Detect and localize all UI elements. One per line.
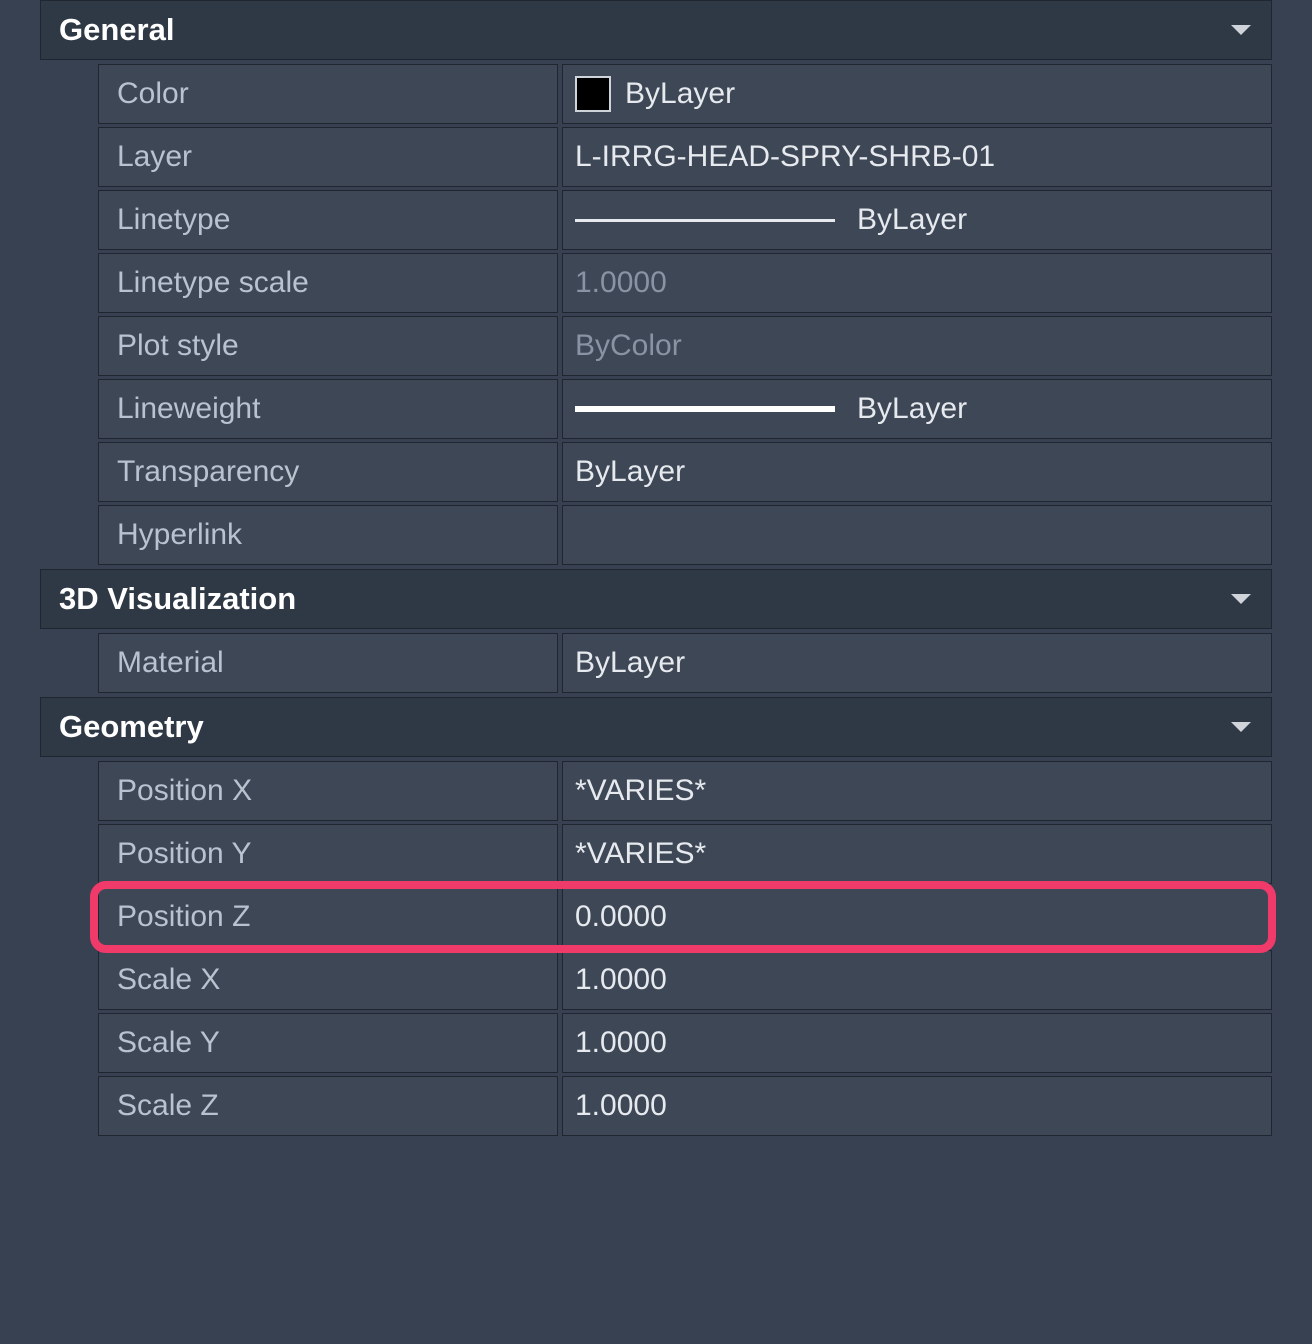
row-position-x: Position X *VARIES* [40,761,1272,821]
label-linetype: Linetype [98,190,558,250]
label-lineweight: Lineweight [98,379,558,439]
section-header-geometry[interactable]: Geometry [40,697,1272,757]
section-header-general[interactable]: General [40,0,1272,60]
value-linetype-scale[interactable]: 1.0000 [562,253,1272,313]
value-text: *VARIES* [575,837,706,871]
label-position-x: Position X [98,761,558,821]
chevron-down-icon [1231,722,1251,732]
value-scale-z[interactable]: 1.0000 [562,1076,1272,1136]
label-material: Material [98,633,558,693]
linetype-preview-icon [575,219,835,222]
color-swatch-icon [575,76,611,112]
value-text: ByLayer [857,203,967,237]
label-position-y: Position Y [98,824,558,884]
value-text: *VARIES* [575,774,706,808]
lineweight-preview-icon [575,406,835,412]
section-title: General [59,12,174,48]
value-text: 1.0000 [575,1089,667,1123]
row-linetype-scale: Linetype scale 1.0000 [40,253,1272,313]
chevron-down-icon [1231,25,1251,35]
value-layer[interactable]: L-IRRG-HEAD-SPRY-SHRB-01 [562,127,1272,187]
row-material: Material ByLayer [40,633,1272,693]
value-text: 0.0000 [575,900,667,934]
section-title: Geometry [59,709,204,745]
row-linetype: Linetype ByLayer [40,190,1272,250]
row-lineweight: Lineweight ByLayer [40,379,1272,439]
value-text: ByLayer [575,455,685,489]
value-text: ByColor [575,329,682,363]
label-scale-z: Scale Z [98,1076,558,1136]
value-scale-x[interactable]: 1.0000 [562,950,1272,1010]
value-lineweight[interactable]: ByLayer [562,379,1272,439]
properties-panel: General Color ByLayer Layer L-IRRG-HEAD-… [0,0,1312,1136]
label-layer: Layer [98,127,558,187]
label-hyperlink: Hyperlink [98,505,558,565]
value-position-y[interactable]: *VARIES* [562,824,1272,884]
value-text: 1.0000 [575,1026,667,1060]
section-rows-3d-visualization: Material ByLayer [40,633,1272,693]
row-hyperlink: Hyperlink [40,505,1272,565]
value-plot-style[interactable]: ByColor [562,316,1272,376]
row-color: Color ByLayer [40,64,1272,124]
chevron-down-icon [1231,594,1251,604]
value-scale-y[interactable]: 1.0000 [562,1013,1272,1073]
value-transparency[interactable]: ByLayer [562,442,1272,502]
value-text: ByLayer [625,77,735,111]
section-title: 3D Visualization [59,581,296,617]
row-plot-style: Plot style ByColor [40,316,1272,376]
value-text: ByLayer [857,392,967,426]
value-linetype[interactable]: ByLayer [562,190,1272,250]
value-text: 1.0000 [575,266,667,300]
value-text: ByLayer [575,646,685,680]
value-color[interactable]: ByLayer [562,64,1272,124]
label-position-z: Position Z [98,887,558,947]
label-scale-x: Scale X [98,950,558,1010]
value-text: 1.0000 [575,963,667,997]
row-scale-z: Scale Z 1.0000 [40,1076,1272,1136]
row-position-y: Position Y *VARIES* [40,824,1272,884]
row-scale-x: Scale X 1.0000 [40,950,1272,1010]
row-position-z: Position Z 0.0000 [40,887,1272,947]
section-rows-general: Color ByLayer Layer L-IRRG-HEAD-SPRY-SHR… [40,64,1272,565]
value-hyperlink[interactable] [562,505,1272,565]
value-position-z[interactable]: 0.0000 [562,887,1272,947]
row-layer: Layer L-IRRG-HEAD-SPRY-SHRB-01 [40,127,1272,187]
row-scale-y: Scale Y 1.0000 [40,1013,1272,1073]
value-position-x[interactable]: *VARIES* [562,761,1272,821]
section-header-3d-visualization[interactable]: 3D Visualization [40,569,1272,629]
row-transparency: Transparency ByLayer [40,442,1272,502]
value-material[interactable]: ByLayer [562,633,1272,693]
label-plot-style: Plot style [98,316,558,376]
label-linetype-scale: Linetype scale [98,253,558,313]
label-transparency: Transparency [98,442,558,502]
label-color: Color [98,64,558,124]
section-rows-geometry: Position X *VARIES* Position Y *VARIES* … [40,761,1272,1136]
label-scale-y: Scale Y [98,1013,558,1073]
value-text: L-IRRG-HEAD-SPRY-SHRB-01 [575,140,995,174]
